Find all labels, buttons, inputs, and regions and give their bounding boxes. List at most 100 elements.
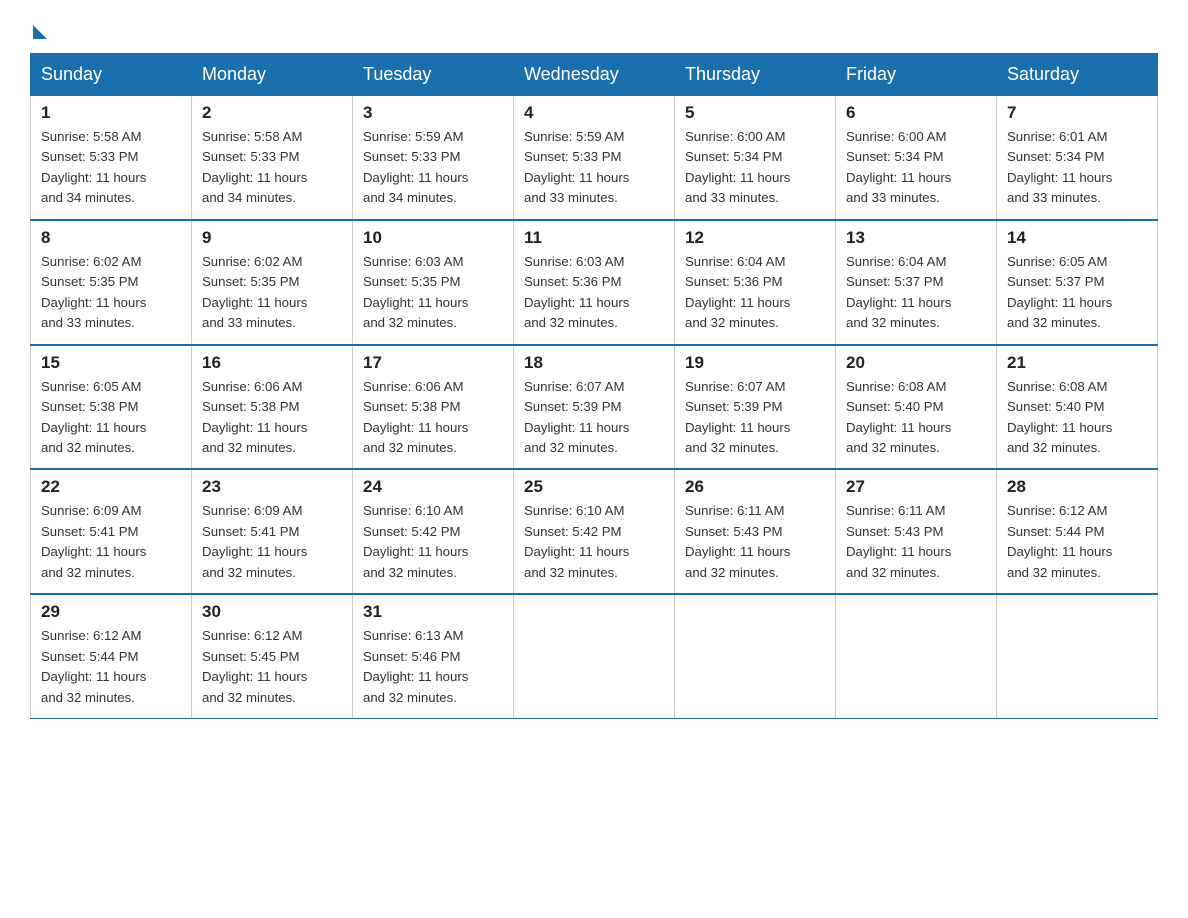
day-info: Sunrise: 6:10 AMSunset: 5:42 PMDaylight:… — [524, 503, 629, 579]
day-number: 9 — [202, 228, 342, 248]
day-number: 25 — [524, 477, 664, 497]
day-info: Sunrise: 6:13 AMSunset: 5:46 PMDaylight:… — [363, 628, 468, 704]
day-info: Sunrise: 6:12 AMSunset: 5:44 PMDaylight:… — [41, 628, 146, 704]
calendar-cell — [675, 594, 836, 718]
calendar-cell: 1 Sunrise: 5:58 AMSunset: 5:33 PMDayligh… — [31, 96, 192, 220]
day-number: 17 — [363, 353, 503, 373]
calendar-cell: 22 Sunrise: 6:09 AMSunset: 5:41 PMDaylig… — [31, 469, 192, 594]
day-number: 3 — [363, 103, 503, 123]
calendar-cell: 21 Sunrise: 6:08 AMSunset: 5:40 PMDaylig… — [997, 345, 1158, 470]
calendar-cell — [514, 594, 675, 718]
day-info: Sunrise: 6:05 AMSunset: 5:38 PMDaylight:… — [41, 379, 146, 455]
day-number: 18 — [524, 353, 664, 373]
calendar-week-row: 22 Sunrise: 6:09 AMSunset: 5:41 PMDaylig… — [31, 469, 1158, 594]
calendar-cell: 6 Sunrise: 6:00 AMSunset: 5:34 PMDayligh… — [836, 96, 997, 220]
day-of-week-header: Tuesday — [353, 54, 514, 96]
day-info: Sunrise: 6:09 AMSunset: 5:41 PMDaylight:… — [202, 503, 307, 579]
calendar-cell: 23 Sunrise: 6:09 AMSunset: 5:41 PMDaylig… — [192, 469, 353, 594]
calendar-cell: 3 Sunrise: 5:59 AMSunset: 5:33 PMDayligh… — [353, 96, 514, 220]
calendar-cell: 14 Sunrise: 6:05 AMSunset: 5:37 PMDaylig… — [997, 220, 1158, 345]
day-info: Sunrise: 6:01 AMSunset: 5:34 PMDaylight:… — [1007, 129, 1112, 205]
day-of-week-header: Wednesday — [514, 54, 675, 96]
calendar-header-row: SundayMondayTuesdayWednesdayThursdayFrid… — [31, 54, 1158, 96]
calendar-cell: 5 Sunrise: 6:00 AMSunset: 5:34 PMDayligh… — [675, 96, 836, 220]
calendar-cell: 9 Sunrise: 6:02 AMSunset: 5:35 PMDayligh… — [192, 220, 353, 345]
calendar-cell: 17 Sunrise: 6:06 AMSunset: 5:38 PMDaylig… — [353, 345, 514, 470]
day-of-week-header: Monday — [192, 54, 353, 96]
day-number: 20 — [846, 353, 986, 373]
day-info: Sunrise: 6:03 AMSunset: 5:35 PMDaylight:… — [363, 254, 468, 330]
day-info: Sunrise: 6:11 AMSunset: 5:43 PMDaylight:… — [846, 503, 951, 579]
day-info: Sunrise: 6:06 AMSunset: 5:38 PMDaylight:… — [363, 379, 468, 455]
day-info: Sunrise: 6:06 AMSunset: 5:38 PMDaylight:… — [202, 379, 307, 455]
calendar-cell: 30 Sunrise: 6:12 AMSunset: 5:45 PMDaylig… — [192, 594, 353, 718]
calendar-cell: 18 Sunrise: 6:07 AMSunset: 5:39 PMDaylig… — [514, 345, 675, 470]
day-info: Sunrise: 6:08 AMSunset: 5:40 PMDaylight:… — [846, 379, 951, 455]
logo-arrow-icon — [33, 25, 47, 39]
day-info: Sunrise: 6:03 AMSunset: 5:36 PMDaylight:… — [524, 254, 629, 330]
day-info: Sunrise: 6:12 AMSunset: 5:44 PMDaylight:… — [1007, 503, 1112, 579]
calendar-week-row: 8 Sunrise: 6:02 AMSunset: 5:35 PMDayligh… — [31, 220, 1158, 345]
day-number: 26 — [685, 477, 825, 497]
day-number: 4 — [524, 103, 664, 123]
day-number: 21 — [1007, 353, 1147, 373]
day-number: 31 — [363, 602, 503, 622]
calendar-cell: 19 Sunrise: 6:07 AMSunset: 5:39 PMDaylig… — [675, 345, 836, 470]
day-of-week-header: Thursday — [675, 54, 836, 96]
day-of-week-header: Saturday — [997, 54, 1158, 96]
calendar-cell: 24 Sunrise: 6:10 AMSunset: 5:42 PMDaylig… — [353, 469, 514, 594]
day-info: Sunrise: 6:00 AMSunset: 5:34 PMDaylight:… — [846, 129, 951, 205]
day-info: Sunrise: 6:12 AMSunset: 5:45 PMDaylight:… — [202, 628, 307, 704]
day-info: Sunrise: 5:59 AMSunset: 5:33 PMDaylight:… — [524, 129, 629, 205]
day-number: 10 — [363, 228, 503, 248]
calendar-cell: 25 Sunrise: 6:10 AMSunset: 5:42 PMDaylig… — [514, 469, 675, 594]
day-number: 8 — [41, 228, 181, 248]
calendar-week-row: 1 Sunrise: 5:58 AMSunset: 5:33 PMDayligh… — [31, 96, 1158, 220]
day-number: 14 — [1007, 228, 1147, 248]
day-info: Sunrise: 6:04 AMSunset: 5:37 PMDaylight:… — [846, 254, 951, 330]
day-number: 1 — [41, 103, 181, 123]
day-of-week-header: Friday — [836, 54, 997, 96]
calendar-cell: 16 Sunrise: 6:06 AMSunset: 5:38 PMDaylig… — [192, 345, 353, 470]
day-info: Sunrise: 6:02 AMSunset: 5:35 PMDaylight:… — [41, 254, 146, 330]
day-info: Sunrise: 5:58 AMSunset: 5:33 PMDaylight:… — [202, 129, 307, 205]
day-number: 22 — [41, 477, 181, 497]
day-info: Sunrise: 5:58 AMSunset: 5:33 PMDaylight:… — [41, 129, 146, 205]
calendar-cell: 7 Sunrise: 6:01 AMSunset: 5:34 PMDayligh… — [997, 96, 1158, 220]
day-info: Sunrise: 6:04 AMSunset: 5:36 PMDaylight:… — [685, 254, 790, 330]
calendar-cell: 27 Sunrise: 6:11 AMSunset: 5:43 PMDaylig… — [836, 469, 997, 594]
day-info: Sunrise: 6:08 AMSunset: 5:40 PMDaylight:… — [1007, 379, 1112, 455]
day-number: 16 — [202, 353, 342, 373]
day-info: Sunrise: 6:10 AMSunset: 5:42 PMDaylight:… — [363, 503, 468, 579]
day-info: Sunrise: 6:07 AMSunset: 5:39 PMDaylight:… — [685, 379, 790, 455]
day-number: 29 — [41, 602, 181, 622]
day-number: 7 — [1007, 103, 1147, 123]
calendar-cell: 2 Sunrise: 5:58 AMSunset: 5:33 PMDayligh… — [192, 96, 353, 220]
day-info: Sunrise: 6:09 AMSunset: 5:41 PMDaylight:… — [41, 503, 146, 579]
day-number: 13 — [846, 228, 986, 248]
day-number: 23 — [202, 477, 342, 497]
day-info: Sunrise: 6:07 AMSunset: 5:39 PMDaylight:… — [524, 379, 629, 455]
calendar-cell: 11 Sunrise: 6:03 AMSunset: 5:36 PMDaylig… — [514, 220, 675, 345]
day-number: 5 — [685, 103, 825, 123]
calendar-cell: 29 Sunrise: 6:12 AMSunset: 5:44 PMDaylig… — [31, 594, 192, 718]
calendar-cell: 26 Sunrise: 6:11 AMSunset: 5:43 PMDaylig… — [675, 469, 836, 594]
day-number: 19 — [685, 353, 825, 373]
calendar-cell: 31 Sunrise: 6:13 AMSunset: 5:46 PMDaylig… — [353, 594, 514, 718]
page-header — [30, 20, 1158, 35]
day-info: Sunrise: 6:05 AMSunset: 5:37 PMDaylight:… — [1007, 254, 1112, 330]
day-number: 24 — [363, 477, 503, 497]
day-info: Sunrise: 5:59 AMSunset: 5:33 PMDaylight:… — [363, 129, 468, 205]
day-number: 11 — [524, 228, 664, 248]
calendar-week-row: 29 Sunrise: 6:12 AMSunset: 5:44 PMDaylig… — [31, 594, 1158, 718]
day-info: Sunrise: 6:11 AMSunset: 5:43 PMDaylight:… — [685, 503, 790, 579]
calendar-cell: 8 Sunrise: 6:02 AMSunset: 5:35 PMDayligh… — [31, 220, 192, 345]
calendar-cell: 15 Sunrise: 6:05 AMSunset: 5:38 PMDaylig… — [31, 345, 192, 470]
calendar-cell: 12 Sunrise: 6:04 AMSunset: 5:36 PMDaylig… — [675, 220, 836, 345]
day-number: 2 — [202, 103, 342, 123]
calendar-cell — [997, 594, 1158, 718]
day-number: 12 — [685, 228, 825, 248]
calendar-cell: 20 Sunrise: 6:08 AMSunset: 5:40 PMDaylig… — [836, 345, 997, 470]
calendar-cell: 4 Sunrise: 5:59 AMSunset: 5:33 PMDayligh… — [514, 96, 675, 220]
day-info: Sunrise: 6:00 AMSunset: 5:34 PMDaylight:… — [685, 129, 790, 205]
